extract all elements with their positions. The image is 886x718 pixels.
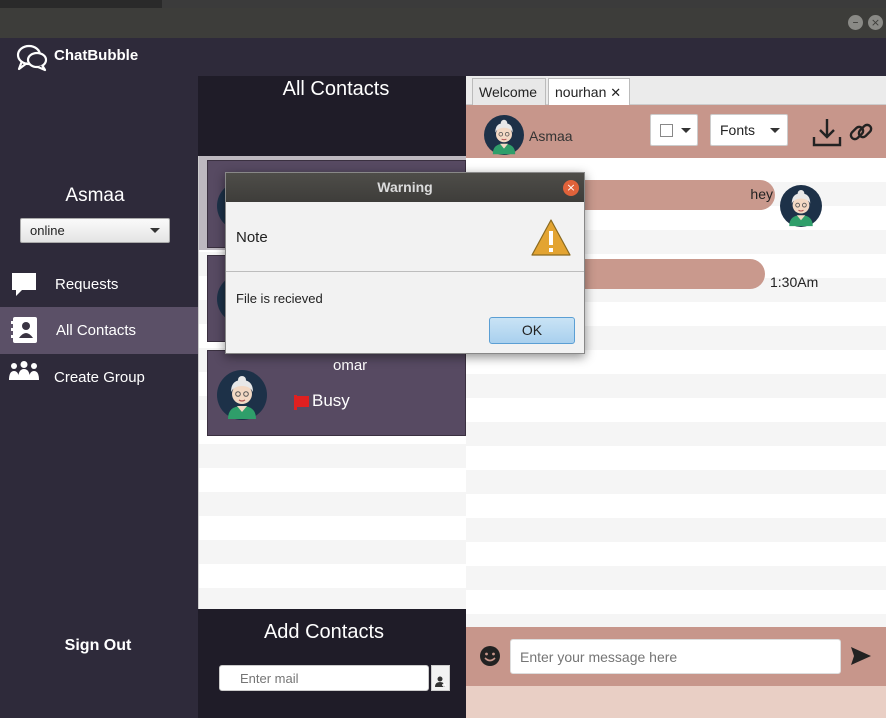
address-book-icon bbox=[10, 315, 40, 349]
sign-out-button[interactable]: Sign Out bbox=[0, 637, 196, 655]
tab-welcome[interactable]: Welcome bbox=[472, 78, 546, 105]
contact-status: Busy bbox=[312, 391, 350, 410]
tab-label: Welcome bbox=[479, 84, 538, 100]
dialog-header: Note bbox=[236, 229, 268, 246]
add-contact-button[interactable] bbox=[431, 665, 450, 691]
dialog-title: Warning bbox=[377, 179, 433, 195]
speech-bubble-icon bbox=[10, 270, 38, 302]
chat-bubble-logo-icon bbox=[16, 42, 48, 72]
warning-icon bbox=[530, 218, 572, 262]
add-contacts-title: Add Contacts bbox=[263, 621, 385, 643]
avatar-icon bbox=[484, 115, 524, 159]
contacts-title: All Contacts bbox=[282, 78, 390, 100]
fonts-dropdown[interactable]: Fonts bbox=[710, 114, 788, 146]
ok-button[interactable]: OK bbox=[489, 317, 575, 344]
avatar-icon bbox=[217, 370, 267, 424]
app-name: ChatBubble bbox=[54, 47, 139, 64]
sidebar-item-create-group[interactable]: Create Group bbox=[0, 354, 198, 401]
attach-link-icon[interactable] bbox=[848, 119, 874, 149]
emoji-icon[interactable] bbox=[480, 646, 500, 670]
message-time: 1:30Am bbox=[770, 274, 819, 290]
chat-user-name: Asmaa bbox=[529, 128, 573, 144]
download-icon[interactable] bbox=[812, 117, 842, 151]
warning-dialog: Warning × Note File is recieved OK bbox=[225, 172, 585, 354]
tab-label: nourhan bbox=[555, 84, 607, 100]
chevron-down-icon bbox=[681, 128, 691, 133]
window-titlebar[interactable] bbox=[0, 8, 886, 38]
chat-footer bbox=[466, 686, 886, 718]
send-icon[interactable] bbox=[850, 646, 872, 670]
message-text: hey bbox=[750, 186, 773, 202]
color-picker-dropdown[interactable] bbox=[650, 114, 698, 146]
tab-nourhan[interactable]: nourhan ✕ bbox=[548, 78, 630, 105]
close-icon[interactable]: ✕ bbox=[610, 85, 621, 100]
sidebar-item-label: Requests bbox=[55, 276, 119, 293]
message-input[interactable] bbox=[510, 639, 841, 674]
dialog-divider bbox=[226, 271, 584, 272]
fonts-label: Fonts bbox=[720, 122, 756, 138]
chevron-down-icon bbox=[150, 228, 160, 233]
status-dropdown[interactable]: online bbox=[20, 218, 170, 243]
mail-input[interactable] bbox=[219, 665, 429, 691]
titlebar-strip-highlight bbox=[162, 0, 886, 8]
chevron-down-icon bbox=[770, 128, 780, 133]
contact-card[interactable]: omar Busy bbox=[207, 350, 466, 436]
sidebar-item-label: Create Group bbox=[54, 369, 145, 386]
window-close-button[interactable]: × bbox=[868, 15, 883, 30]
dialog-close-button[interactable]: × bbox=[563, 180, 579, 196]
dialog-message: File is recieved bbox=[236, 291, 323, 306]
status-value: online bbox=[30, 223, 65, 238]
avatar-icon bbox=[780, 185, 822, 231]
group-icon bbox=[7, 360, 41, 388]
sidebar-item-all-contacts[interactable]: All Contacts bbox=[0, 307, 198, 354]
busy-flag-icon bbox=[294, 394, 312, 414]
color-swatch bbox=[660, 124, 673, 137]
user-name: Asmaa bbox=[65, 185, 125, 206]
sidebar-item-label: All Contacts bbox=[56, 322, 137, 339]
add-user-icon bbox=[435, 673, 447, 692]
window-minimize-button[interactable]: – bbox=[848, 15, 863, 30]
sidebar-item-requests[interactable]: Requests bbox=[0, 260, 198, 307]
contact-name: omar bbox=[333, 357, 368, 374]
